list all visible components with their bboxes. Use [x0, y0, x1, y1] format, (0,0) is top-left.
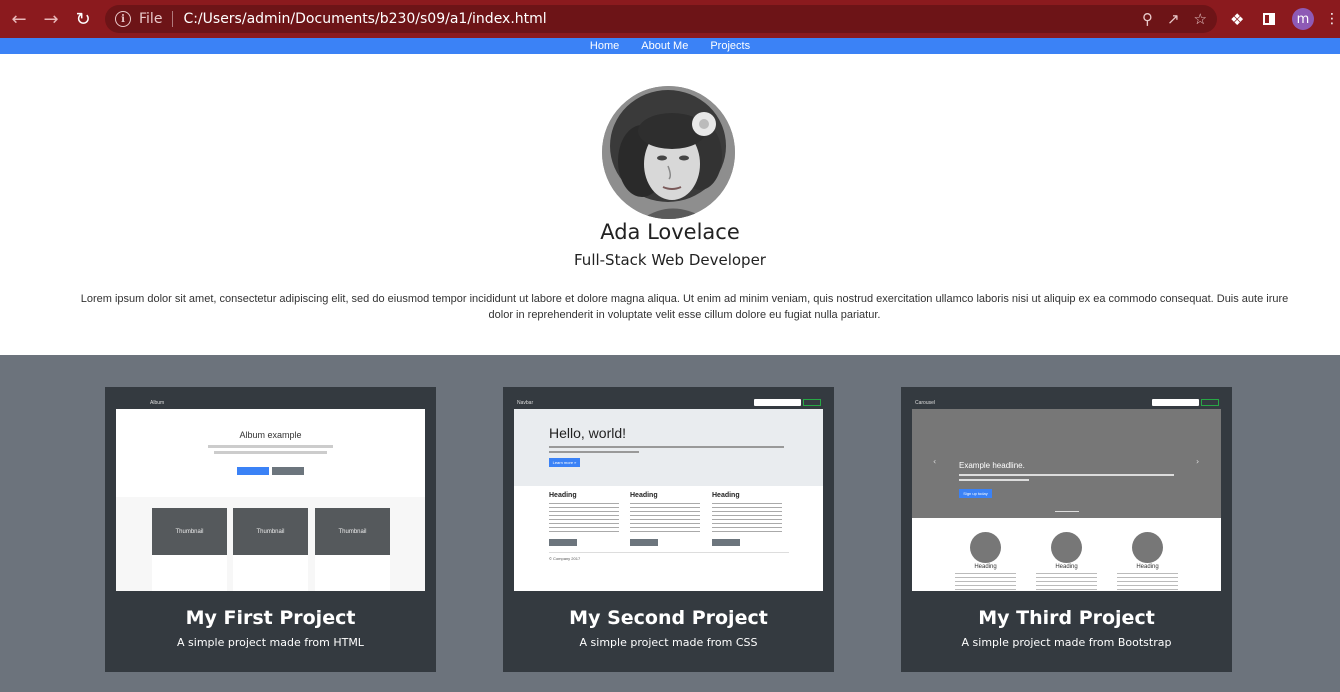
- side-panel-icon[interactable]: [1263, 13, 1275, 25]
- project-2-preview-image: Hello, world! Learn more » Heading Headi…: [514, 409, 823, 591]
- project-card-3[interactable]: Example headline. Sign up today ‹ › Head…: [901, 387, 1232, 672]
- preview-brand: Navbar: [517, 400, 534, 406]
- preview-thumbnail: Thumbnail: [152, 508, 227, 555]
- address-bar[interactable]: i File C:/Users/admin/Documents/b230/s09…: [105, 5, 1217, 33]
- profile-avatar[interactable]: m: [1292, 8, 1314, 30]
- preview-footer: © Company 2017: [549, 556, 581, 561]
- carousel-prev-icon: ‹: [933, 457, 937, 466]
- project-1-preview-image: Album example Thumbnail Thumbnail Thumbn…: [116, 409, 425, 591]
- preview-button: Sign up today: [959, 489, 992, 498]
- nav-projects-link[interactable]: Projects: [710, 40, 750, 52]
- preview-brand: Carousel: [915, 400, 936, 406]
- site-navbar: Home About Me Projects: [0, 38, 1340, 54]
- preview-column-heading: Heading: [974, 564, 997, 570]
- menu-kebab-icon[interactable]: ⋮: [1325, 11, 1339, 27]
- project-3-preview-image: Example headline. Sign up today ‹ › Head…: [912, 409, 1221, 591]
- file-scheme-label: File: [139, 11, 163, 27]
- browser-toolbar: ← → ↻ i File C:/Users/admin/Documents/b2…: [0, 0, 1340, 38]
- preview-column-heading: Heading: [712, 492, 740, 499]
- preview-column-heading: Heading: [630, 492, 658, 499]
- preview-heading: Example headline.: [959, 461, 1025, 470]
- reload-icon[interactable]: ↻: [71, 7, 95, 31]
- project-subtitle: A simple project made from HTML: [177, 636, 364, 649]
- bookmark-star-icon[interactable]: ☆: [1194, 10, 1207, 28]
- back-arrow-icon[interactable]: ←: [7, 7, 31, 31]
- projects-section: Album example Thumbnail Thumbnail Thumbn…: [0, 355, 1340, 692]
- info-icon[interactable]: i: [115, 11, 131, 27]
- preview-column-heading: Heading: [549, 492, 577, 499]
- carousel-next-icon: ›: [1196, 457, 1200, 466]
- preview-thumbnail: Thumbnail: [315, 508, 390, 555]
- profile-name: Ada Lovelace: [600, 220, 740, 244]
- project-card-2[interactable]: Hello, world! Learn more » Heading Headi…: [503, 387, 834, 672]
- nav-home-link[interactable]: Home: [590, 40, 619, 52]
- preview-column-heading: Heading: [1136, 564, 1159, 570]
- preview-heading: Album example: [239, 430, 302, 440]
- nav-about-link[interactable]: About Me: [641, 40, 688, 52]
- preview-column-heading: Heading: [1055, 564, 1078, 570]
- project-subtitle: A simple project made from Bootstrap: [961, 636, 1172, 649]
- project-subtitle: A simple project made from CSS: [579, 636, 758, 649]
- preview-heading: Hello, world!: [549, 425, 627, 441]
- zoom-icon[interactable]: ⚲: [1142, 10, 1153, 28]
- share-icon[interactable]: ↗: [1167, 10, 1180, 28]
- project-card-1[interactable]: Album example Thumbnail Thumbnail Thumbn…: [105, 387, 436, 672]
- preview-button: Learn more »: [549, 458, 580, 467]
- url-text[interactable]: C:/Users/admin/Documents/b230/s09/a1/ind…: [183, 11, 546, 27]
- preview-brand: Album: [150, 400, 165, 406]
- profile-role: Full-Stack Web Developer: [574, 251, 766, 269]
- project-title: My First Project: [185, 607, 356, 629]
- hero-section: Ada Lovelace Full-Stack Web Developer Lo…: [0, 54, 1340, 355]
- profile-bio: Lorem ipsum dolor sit amet, consectetur …: [80, 293, 1289, 321]
- preview-thumbnail: Thumbnail: [233, 508, 308, 555]
- forward-arrow-icon[interactable]: →: [39, 7, 63, 31]
- project-title: My Second Project: [569, 607, 768, 629]
- project-title: My Third Project: [978, 607, 1155, 629]
- profile-portrait: [602, 86, 735, 219]
- divider: [172, 11, 174, 27]
- extensions-puzzle-icon[interactable]: ❖: [1230, 10, 1244, 29]
